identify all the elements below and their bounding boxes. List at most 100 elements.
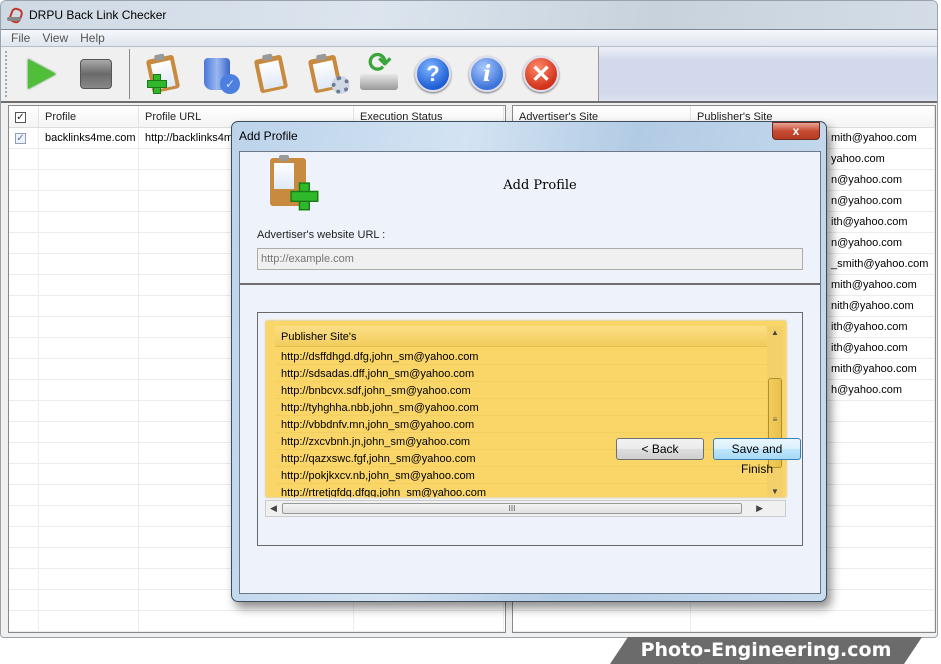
publisher-sites-group: Publisher Site's http://dsffdhgd.dfg,joh… (257, 312, 803, 546)
add-profile-dialog: Add Profile x Add Profile Advertiser's w… (231, 121, 827, 602)
settings-button[interactable] (302, 51, 352, 97)
empty-cell (39, 254, 139, 274)
cell-advertiser-site (513, 611, 691, 631)
column-header-profile[interactable]: Profile (39, 106, 139, 127)
empty-cell (39, 401, 139, 421)
empty-cell (39, 485, 139, 505)
clipboard-gear-icon (307, 54, 352, 96)
update-button[interactable] (356, 46, 402, 97)
empty-cell (9, 569, 39, 589)
publisher-site-item[interactable]: http://dsffdhgd.dfg,john_sm@yahoo.com (275, 348, 769, 365)
empty-cell (9, 254, 39, 274)
publisher-site-item[interactable]: http://bnbcvx.sdf,john_sm@yahoo.com (275, 382, 769, 399)
empty-cell (9, 296, 39, 316)
advertiser-url-input[interactable] (257, 248, 803, 270)
empty-cell (139, 611, 354, 631)
empty-cell (39, 443, 139, 463)
empty-row[interactable] (513, 611, 935, 632)
add-profile-button[interactable] (140, 51, 186, 97)
empty-cell (39, 506, 139, 526)
empty-cell (9, 170, 39, 190)
cell-publisher-site (691, 611, 935, 631)
empty-cell (9, 611, 39, 631)
help-icon: ? (415, 56, 451, 92)
stop-icon (80, 59, 112, 89)
save-and-finish-button[interactable]: Save and Finish (713, 438, 801, 476)
empty-cell (9, 380, 39, 400)
empty-cell (354, 611, 504, 631)
empty-cell (9, 485, 39, 505)
scroll-up-icon[interactable]: ▲ (771, 328, 779, 337)
empty-cell (9, 527, 39, 547)
dialog-close-button[interactable]: x (772, 122, 820, 140)
empty-cell (39, 170, 139, 190)
empty-cell (39, 611, 139, 631)
edit-profile-button[interactable] (248, 51, 294, 97)
empty-cell (9, 338, 39, 358)
empty-cell (9, 590, 39, 610)
empty-cell (39, 527, 139, 547)
toolbar-empty-area (598, 47, 937, 101)
trash-icon (204, 58, 240, 94)
dialog-title: Add Profile (239, 129, 298, 143)
select-all-column[interactable]: ✓ (9, 106, 39, 127)
scroll-right-icon[interactable]: ▶ (756, 503, 763, 514)
help-button[interactable]: ? (410, 51, 456, 97)
menu-file[interactable]: File (5, 31, 36, 45)
publisher-site-item[interactable]: http://tyhghha.nbb,john_sm@yahoo.com (275, 399, 769, 416)
horizontal-scroll-thumb[interactable]: III (282, 503, 742, 514)
menu-help[interactable]: Help (74, 31, 111, 45)
publisher-site-item[interactable]: http://rtretjgfdg.dfgg,john_sm@yahoo.com (275, 484, 769, 497)
row-checkbox-cell: ✓ (9, 128, 39, 148)
info-icon: i (469, 56, 505, 92)
menu-view[interactable]: View (36, 31, 74, 45)
plus-icon (147, 74, 167, 94)
horizontal-scrollbar[interactable]: ◀ III ▶ (265, 500, 786, 517)
publisher-sites-header[interactable]: Publisher Site's (275, 326, 769, 347)
toolbar-grip[interactable] (5, 51, 9, 97)
menu-bar: File View Help (1, 30, 937, 47)
empty-cell (9, 275, 39, 295)
empty-cell (39, 569, 139, 589)
publisher-site-item[interactable]: http://vbbdnfv.mn,john_sm@yahoo.com (275, 416, 769, 433)
empty-cell (39, 359, 139, 379)
title-bar: DRPU Back Link Checker (1, 1, 937, 30)
empty-cell (39, 548, 139, 568)
empty-cell (39, 380, 139, 400)
stop-button[interactable] (73, 51, 119, 97)
empty-cell (39, 212, 139, 232)
watermark: Photo-Engineering.com (610, 637, 922, 664)
empty-cell (9, 233, 39, 253)
gear-icon (329, 74, 352, 96)
app-icon (7, 7, 23, 23)
about-button[interactable]: i (464, 51, 510, 97)
empty-cell (39, 422, 139, 442)
empty-cell (39, 464, 139, 484)
publisher-site-item[interactable]: http://sdsadas.dff,john_sm@yahoo.com (275, 365, 769, 382)
empty-cell (9, 464, 39, 484)
toolbar: ? i ✕ (1, 46, 937, 103)
scroll-left-icon[interactable]: ◀ (270, 503, 277, 514)
empty-cell (39, 338, 139, 358)
advertiser-url-label: Advertiser's website URL : (257, 229, 386, 241)
publisher-sites-list[interactable]: Publisher Site's http://dsffdhgd.dfg,joh… (265, 320, 787, 498)
delete-profile-button[interactable] (194, 51, 240, 97)
publisher-site-item[interactable]: http://pokjkxcv.nb,john_sm@yahoo.com (275, 467, 769, 484)
close-icon: ✕ (523, 56, 559, 92)
row-checkbox[interactable]: ✓ (15, 133, 26, 144)
empty-cell (9, 506, 39, 526)
empty-cell (9, 443, 39, 463)
empty-cell (9, 422, 39, 442)
scroll-down-icon[interactable]: ▼ (771, 487, 779, 496)
toolbar-separator (129, 49, 130, 99)
back-button[interactable]: < Back (616, 438, 704, 460)
select-all-checkbox[interactable]: ✓ (15, 112, 26, 123)
empty-cell (9, 317, 39, 337)
empty-cell (39, 590, 139, 610)
exit-button[interactable]: ✕ (518, 51, 564, 97)
empty-cell (39, 191, 139, 211)
start-button[interactable] (19, 51, 65, 97)
dialog-header-section: Add Profile Advertiser's website URL : (240, 152, 820, 285)
clipboard-edit-icon (253, 54, 289, 94)
empty-cell (39, 233, 139, 253)
